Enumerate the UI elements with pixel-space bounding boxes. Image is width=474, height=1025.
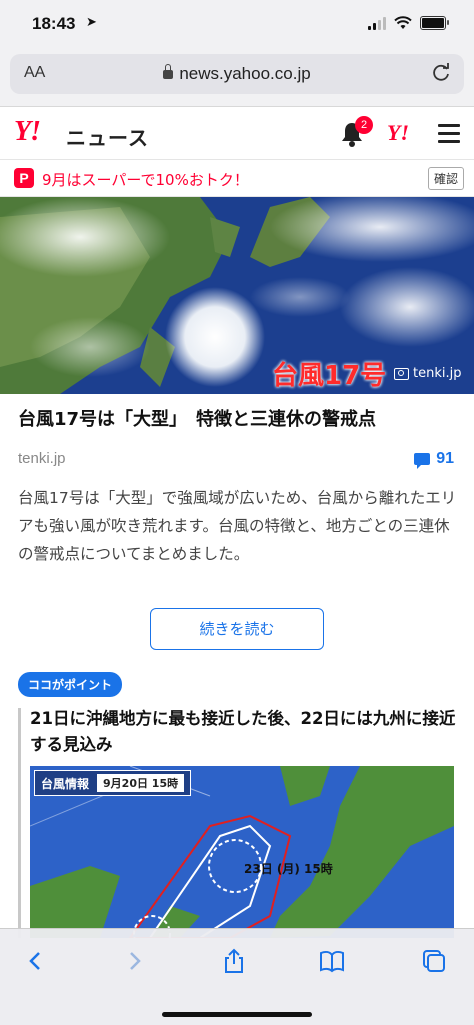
share-icon[interactable]: [220, 947, 248, 975]
address-bar[interactable]: AA news.yahoo.co.jp: [10, 54, 464, 94]
article-source: tenki.jp: [18, 450, 66, 467]
wifi-icon: [394, 16, 412, 29]
lock-icon: [163, 64, 174, 79]
status-indicators: [368, 16, 449, 30]
tabs-icon[interactable]: [420, 947, 448, 975]
map-forecast-position: 23日 (月) 15時: [244, 862, 333, 876]
status-time: 18:43: [32, 14, 76, 33]
browser-address-area: AA news.yahoo.co.jp: [0, 48, 474, 107]
typhoon-map[interactable]: 台風情報 9月20日 15時 23日 (月) 15時: [30, 766, 454, 938]
status-bar: 18:43 ➤: [0, 0, 474, 48]
comment-icon: [414, 453, 431, 469]
promo-text[interactable]: 9月はスーパーで10%おトク！: [42, 169, 249, 190]
browser-toolbar: [0, 928, 474, 1025]
section-title[interactable]: ニュース: [66, 122, 149, 151]
bookmarks-icon[interactable]: [318, 947, 346, 975]
point-text: 21日に沖縄地方に最も接近した後、22日には九州に接近する見込み: [30, 709, 456, 754]
image-credit: tenki.jp: [394, 366, 461, 381]
url-display[interactable]: news.yahoo.co.jp: [10, 64, 464, 84]
yahoo-logo[interactable]: Y!: [14, 116, 41, 148]
point-divider: [18, 708, 21, 938]
comment-count: 91: [436, 450, 454, 467]
site-header: Y! ニュース Y!: [0, 107, 474, 160]
article-title[interactable]: 台風17号は「大型」 特徴と三連休の警戒点: [18, 405, 458, 435]
battery-icon: [420, 16, 449, 30]
home-indicator: [162, 1012, 312, 1017]
comments-button[interactable]: 91: [414, 450, 454, 469]
menu-icon[interactable]: [438, 124, 460, 143]
camera-icon: [394, 367, 409, 380]
reload-icon[interactable]: [432, 63, 452, 83]
point-badge: ココがポイント: [18, 672, 123, 697]
read-more-button[interactable]: 続きを読む: [150, 608, 324, 650]
back-icon[interactable]: [22, 947, 50, 975]
map-date: 9月20日 15時: [97, 774, 185, 792]
paypay-icon: P: [14, 168, 34, 188]
forward-icon[interactable]: [120, 947, 148, 975]
hero-caption: 台風17号: [272, 361, 387, 391]
confirm-button[interactable]: 確認: [427, 167, 464, 190]
promo-banner[interactable]: P 9月はスーパーで10%おトク！ 確認: [0, 160, 474, 197]
yahoo-top-icon[interactable]: Y!: [387, 120, 409, 146]
location-arrow-icon: ➤: [86, 15, 97, 30]
cellular-signal-icon: [368, 16, 386, 30]
hero-image[interactable]: 台風17号 tenki.jp: [0, 197, 474, 394]
notification-badge: 2: [355, 116, 373, 134]
article-summary: 台風17号は「大型」で強風域が広いため、台風から離れたエリアも強い風が吹き荒れま…: [18, 489, 457, 563]
satellite-image: [0, 197, 474, 394]
map-label: 台風情報 9月20日 15時: [34, 770, 192, 796]
